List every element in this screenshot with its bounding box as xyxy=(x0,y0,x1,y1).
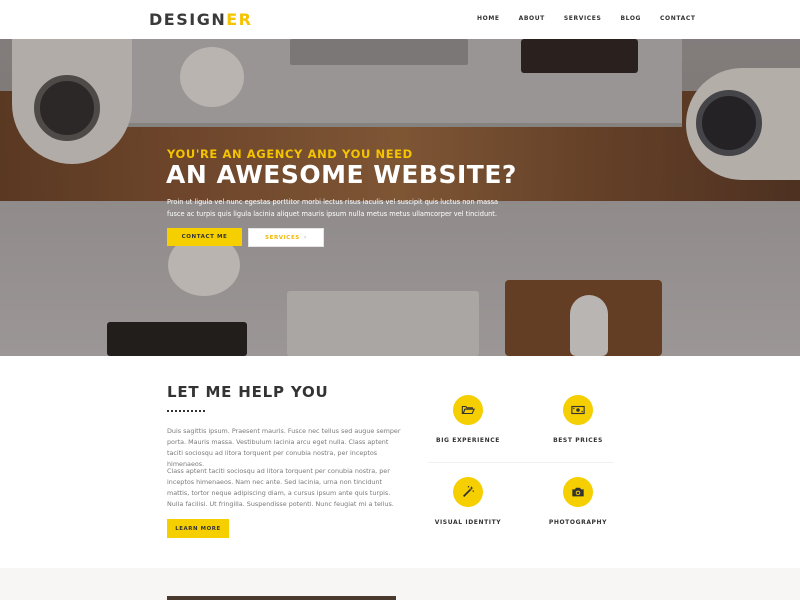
contact-me-button[interactable]: CONTACT ME xyxy=(167,228,242,246)
feature-visual-identity: VISUAL IDENTITY xyxy=(413,477,523,526)
title-divider xyxy=(167,410,205,412)
section-title: LET ME HELP YOU xyxy=(167,383,329,401)
logo-text: DESIGN xyxy=(149,10,227,29)
nav-contact[interactable]: CONTACT xyxy=(660,15,696,23)
features-divider xyxy=(428,462,614,463)
main-nav: HOME ABOUT SERVICES BLOG CONTACT xyxy=(477,15,696,23)
feature-label: BIG EXPERIENCE xyxy=(436,437,500,444)
feature-label: BEST PRICES xyxy=(553,437,603,444)
help-paragraph-2: Class aptent taciti sociosqu ad litora t… xyxy=(167,467,394,508)
site-header: DESIGNER HOME ABOUT SERVICES BLOG CONTAC… xyxy=(0,0,800,39)
feature-photography: PHOTOGRAPHY xyxy=(523,477,633,526)
chevron-right-icon: › xyxy=(303,234,307,241)
feature-best-prices: BEST PRICES xyxy=(523,395,633,444)
logo-accent-text: ER xyxy=(226,10,253,29)
feature-big-experience: BIG EXPERIENCE xyxy=(413,395,523,444)
services-button[interactable]: SERVICES › xyxy=(248,228,324,247)
next-section-band xyxy=(0,568,800,600)
learn-more-button[interactable]: LEARN MORE xyxy=(167,519,229,538)
hero-subtitle: YOU'RE AN AGENCY AND YOU NEED xyxy=(167,147,413,161)
hero-section: YOU'RE AN AGENCY AND YOU NEED AN AWESOME… xyxy=(0,39,800,356)
money-icon xyxy=(563,395,593,425)
site-logo[interactable]: DESIGNER xyxy=(149,10,252,30)
nav-blog[interactable]: BLOG xyxy=(620,15,641,23)
nav-about[interactable]: ABOUT xyxy=(519,15,545,23)
nav-home[interactable]: HOME xyxy=(477,15,500,23)
feature-label: PHOTOGRAPHY xyxy=(548,519,608,526)
magic-wand-icon xyxy=(453,477,483,507)
nav-services[interactable]: SERVICES xyxy=(564,15,602,23)
folder-open-icon xyxy=(453,395,483,425)
hero-description: Proin ut ligula vel nunc egestas porttit… xyxy=(167,198,499,218)
help-paragraph-1: Duis sagittis ipsum. Praesent mauris. Fu… xyxy=(167,427,401,468)
feature-label: VISUAL IDENTITY xyxy=(434,519,502,526)
next-section-image-edge xyxy=(167,596,396,600)
services-button-label: SERVICES xyxy=(265,234,300,241)
hero-title: AN AWESOME WEBSITE? xyxy=(166,160,517,189)
camera-icon xyxy=(563,477,593,507)
